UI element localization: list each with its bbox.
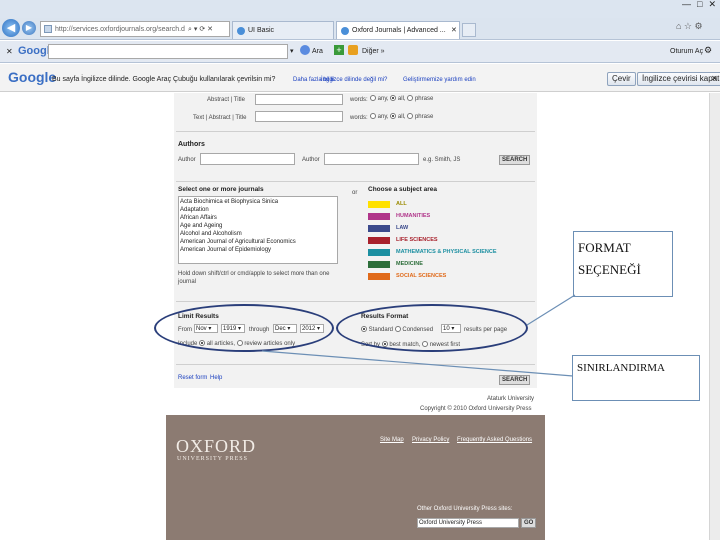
format-connector-line — [526, 294, 576, 326]
limit-connector-line — [261, 350, 574, 377]
callout-connectors — [261, 294, 576, 377]
